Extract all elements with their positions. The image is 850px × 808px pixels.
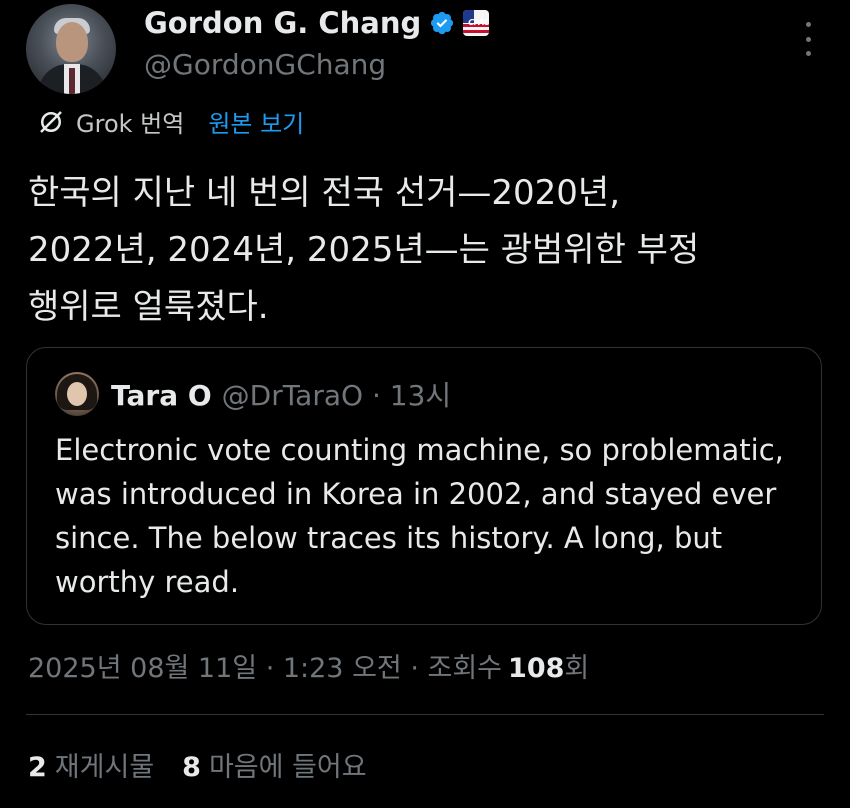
reposts-count: 2 [28, 752, 47, 783]
translation-bar: Grok 번역 원본 보기 [36, 104, 304, 139]
tweet-text: 한국의 지난 네 번의 전국 선거—2020년, 2022년, 2024년, 2… [28, 173, 700, 327]
reposts-stat[interactable]: 2 재게시물 [28, 745, 154, 784]
author-handle[interactable]: @GordonGChang [144, 48, 386, 81]
affiliate-badge-icon[interactable]: CPAC [463, 10, 490, 36]
grok-icon [40, 110, 62, 133]
tweet-meta: 2025년 08월 11일 · 1:23 오전 · 조회수 108 회 [28, 646, 589, 685]
author-avatar[interactable] [26, 4, 116, 94]
view-count-suffix: 회 [564, 653, 590, 684]
quoted-author-avatar[interactable] [55, 372, 99, 416]
more-options-icon[interactable] [804, 22, 812, 56]
reposts-label: 재게시물 [54, 752, 155, 783]
view-count: 108 [508, 653, 565, 684]
divider [26, 714, 824, 715]
engagement-stats: 2 재게시물 8 마음에 들어요 [28, 745, 367, 784]
quoted-author-name[interactable]: Tara O [111, 379, 212, 412]
tweet-timestamp[interactable]: 2025년 08월 11일 · 1:23 오전 · 조회수 [28, 646, 502, 685]
grok-translate-label: Grok 번역 [76, 110, 185, 138]
quoted-author-handle[interactable]: @DrTaraO · 13시 [222, 374, 452, 414]
quoted-tweet-card[interactable]: Tara O @DrTaraO · 13시 Electronic vote co… [26, 347, 822, 625]
author-name[interactable]: Gordon G. Chang [144, 6, 421, 40]
likes-label: 마음에 들어요 [208, 752, 367, 783]
likes-stat[interactable]: 8 마음에 들어요 [182, 745, 366, 784]
verified-badge-icon[interactable] [429, 10, 455, 36]
quoted-tweet-header: Tara O @DrTaraO · 13시 [111, 374, 451, 414]
author-name-row[interactable]: Gordon G. Chang CPAC [144, 6, 490, 40]
quoted-tweet-text: Electronic vote counting machine, so pro… [55, 433, 784, 599]
likes-count: 8 [182, 752, 201, 783]
view-original-link[interactable]: 원본 보기 [208, 104, 304, 139]
tweet-detail: Gordon G. Chang CPAC @GordonGChang Grok … [0, 0, 850, 808]
